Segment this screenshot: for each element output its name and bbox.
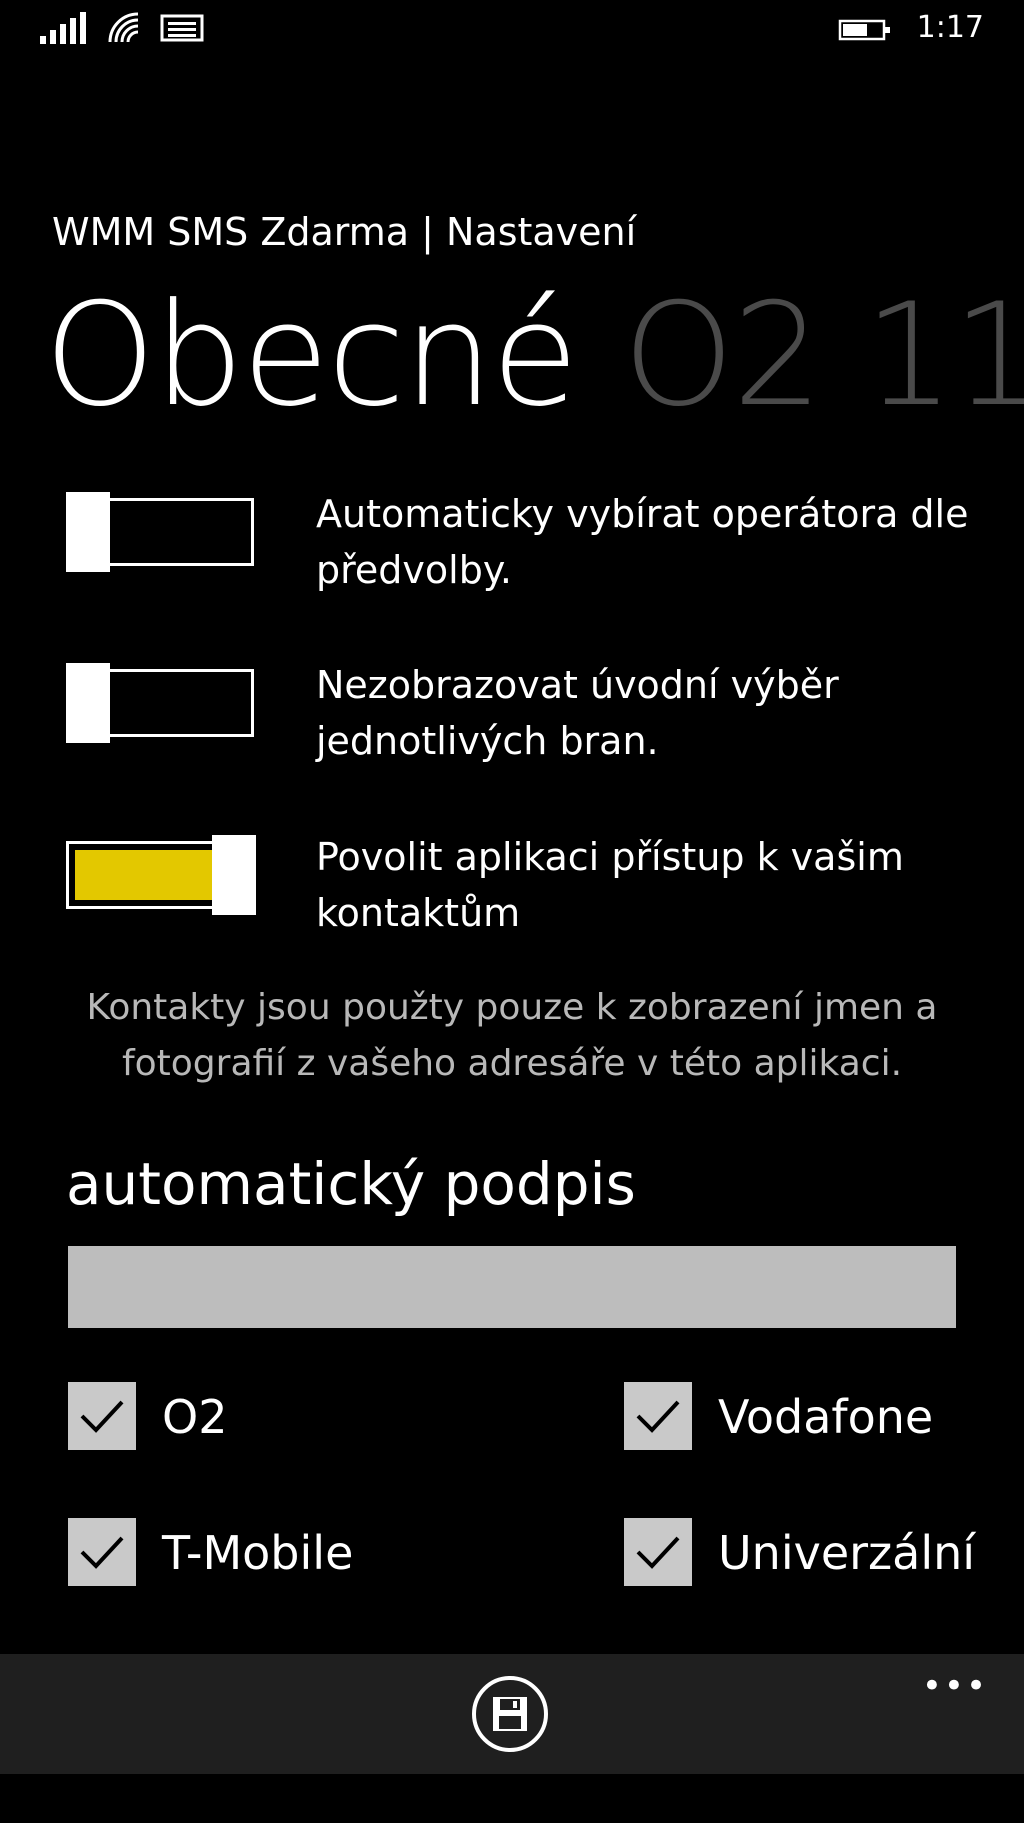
- signal-icon: [40, 12, 90, 44]
- pivot-tab-obecne[interactable]: Obecné: [44, 276, 579, 438]
- check-icon: [68, 1382, 136, 1450]
- hide-intro-label: Nezobrazovat úvodní výběr jednotlivých b…: [316, 663, 839, 763]
- wifi-icon: [108, 12, 144, 44]
- app-bar: •••: [0, 1654, 1024, 1774]
- more-button[interactable]: •••: [922, 1666, 988, 1706]
- checkbox-univerzalni-label: Univerzální: [718, 1526, 976, 1580]
- pivot-header: Obecné O2 118: [0, 276, 1024, 446]
- check-icon: [624, 1518, 692, 1586]
- signature-heading: automatický podpis: [66, 1150, 636, 1218]
- contacts-access-toggle[interactable]: [66, 835, 256, 915]
- hide-intro-toggle[interactable]: [66, 663, 256, 743]
- auto-operator-toggle[interactable]: [66, 492, 256, 572]
- contacts-note: Kontakty jsou použty pouze k zobrazení j…: [86, 987, 938, 1084]
- pivot-tab-o2-118[interactable]: O2 118: [623, 276, 1024, 438]
- app-title: WMM SMS Zdarma | Nastavení: [52, 210, 637, 254]
- auto-operator-label: Automaticky vybírat operátora dle předvo…: [316, 492, 969, 592]
- check-icon: [624, 1382, 692, 1450]
- checkbox-vodafone-label: Vodafone: [718, 1390, 934, 1444]
- status-bar: 1:17: [0, 0, 1024, 60]
- save-button[interactable]: [472, 1676, 548, 1752]
- clock: 1:17: [916, 10, 984, 45]
- checkbox-o2-label: O2: [162, 1390, 228, 1444]
- message-icon: [160, 14, 204, 42]
- save-icon: [493, 1697, 527, 1731]
- battery-icon: [838, 18, 892, 42]
- check-icon: [68, 1518, 136, 1586]
- contacts-access-label: Povolit aplikaci přístup k vašim kontakt…: [316, 835, 904, 935]
- checkbox-t-mobile-label: T-Mobile: [162, 1526, 354, 1580]
- signature-input[interactable]: [68, 1246, 956, 1328]
